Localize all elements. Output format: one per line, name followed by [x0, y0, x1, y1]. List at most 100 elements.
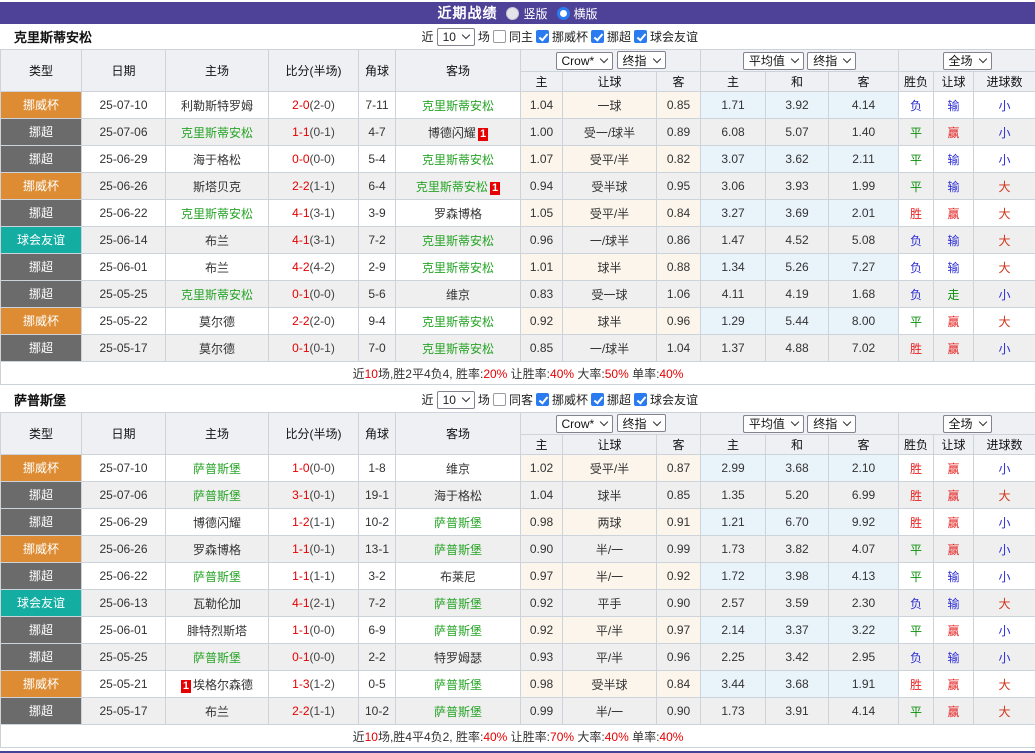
avg-home: 3.07 [701, 146, 766, 173]
matches-count-select[interactable]: 10 [437, 391, 475, 409]
team-name: 克里斯蒂安松 [422, 261, 494, 275]
halftime-score: (1-1) [310, 704, 335, 718]
match-row: 挪威杯25-05-22莫尔德2-2(2-0)9-4克里斯蒂安松0.92球半0.9… [1, 308, 1035, 335]
odds-away: 0.87 [657, 455, 701, 482]
matches-count-select[interactable]: 10 [437, 28, 475, 46]
league-checkbox[interactable] [591, 30, 604, 43]
col-odds-home: 主 [521, 72, 563, 92]
match-row: 挪超25-06-29博德闪耀1-2(1-1)10-2萨普斯堡0.98两球0.91… [1, 509, 1035, 536]
result-handicap-flag: 赢 [934, 200, 974, 227]
home-team-cell: 克里斯蒂安松 [166, 119, 269, 146]
halftime-score: (1-1) [310, 569, 335, 583]
odds-away: 0.90 [657, 590, 701, 617]
result-handicap-flag: 输 [934, 563, 974, 590]
avg-away: 5.08 [829, 227, 899, 254]
avg-away: 4.14 [829, 698, 899, 725]
avg-home: 2.25 [701, 644, 766, 671]
same-venue-label[interactable]: 同主 [509, 28, 533, 45]
cup-checkbox[interactable] [536, 30, 549, 43]
match-type-cell: 挪威杯 [1, 92, 82, 119]
fulltime-group-header: 全场 [899, 413, 1035, 435]
radio-icon[interactable] [506, 7, 519, 20]
same-venue-label[interactable]: 同客 [509, 391, 533, 408]
avg-draw: 3.91 [766, 698, 829, 725]
result-goals-flag: 小 [974, 455, 1035, 482]
match-row: 挪超25-06-01腓特烈斯塔1-1(0-0)6-9萨普斯堡0.92平/半0.9… [1, 617, 1035, 644]
friendly-checkbox[interactable] [634, 30, 647, 43]
team-name: 克里斯蒂安松 [422, 342, 494, 356]
odds-home: 0.94 [521, 173, 563, 200]
same-venue-checkbox[interactable] [493, 393, 506, 406]
fulltime-group-header: 全场 [899, 50, 1035, 72]
match-type-cell: 挪超 [1, 146, 82, 173]
odds-stage-select[interactable]: 终指 [617, 414, 666, 432]
league-label[interactable]: 挪超 [607, 391, 631, 408]
halftime-score: (2-1) [310, 596, 335, 610]
result-wdl-flag: 胜 [899, 482, 934, 509]
team-name: 布莱尼 [440, 570, 476, 584]
match-row: 挪超25-05-17莫尔德0-1(0-1)7-0克里斯蒂安松0.85一/球半1.… [1, 335, 1035, 362]
corner-count: 6-4 [359, 173, 396, 200]
avg-draw: 5.44 [766, 308, 829, 335]
corner-count: 5-4 [359, 146, 396, 173]
result-goals-flag: 小 [974, 617, 1035, 644]
fulltime-score: 1-1 [292, 542, 309, 556]
odds-handicap: 一/球半 [563, 227, 657, 254]
fulltime-score: 1-1 [292, 125, 309, 139]
halftime-score: (1-1) [310, 179, 335, 193]
match-date: 25-06-26 [82, 173, 166, 200]
cup-label[interactable]: 挪威杯 [552, 28, 588, 45]
vertical-layout-label[interactable]: 竖版 [523, 5, 547, 22]
avg-odds-select[interactable]: 平均值 [743, 415, 804, 433]
odds-company-select[interactable]: Crow* [556, 52, 614, 70]
scope-select[interactable]: 全场 [943, 415, 992, 433]
scope-select[interactable]: 全场 [943, 52, 992, 70]
team-name-heading: 萨普斯堡 [14, 390, 66, 409]
chevron-down-icon [791, 418, 799, 426]
cup-label[interactable]: 挪威杯 [552, 391, 588, 408]
league-badge: 挪超 [1, 119, 81, 145]
result-wdl-flag: 胜 [899, 671, 934, 698]
radio-checked-icon[interactable] [557, 7, 570, 20]
fulltime-score: 3-1 [292, 488, 309, 502]
match-score-cell: 1-1(0-1) [269, 119, 359, 146]
avg-stage-select[interactable]: 终指 [807, 52, 856, 70]
avg-draw: 4.19 [766, 281, 829, 308]
team-name: 罗森博格 [434, 207, 482, 221]
corner-count: 3-2 [359, 563, 396, 590]
odds-away: 1.06 [657, 281, 701, 308]
home-team-cell: 萨普斯堡 [166, 644, 269, 671]
avg-stage-select[interactable]: 终指 [807, 415, 856, 433]
horizontal-layout-label[interactable]: 横版 [574, 5, 598, 22]
horizontal-layout-radio[interactable]: 横版 [557, 5, 598, 22]
odds-group-header: Crow* 终指 [521, 50, 701, 72]
result-wdl-flag: 胜 [899, 200, 934, 227]
avg-home: 1.47 [701, 227, 766, 254]
col-avg-draw: 和 [766, 435, 829, 455]
col-type: 类型 [1, 50, 82, 92]
friendly-checkbox[interactable] [634, 393, 647, 406]
avg-draw: 3.92 [766, 92, 829, 119]
home-team-cell: 克里斯蒂安松 [166, 281, 269, 308]
league-label[interactable]: 挪超 [607, 28, 631, 45]
cup-checkbox[interactable] [536, 393, 549, 406]
col-avg-away: 客 [829, 72, 899, 92]
league-badge: 挪威杯 [1, 92, 81, 118]
vertical-layout-radio[interactable]: 竖版 [506, 5, 547, 22]
result-handicap-flag: 输 [934, 146, 974, 173]
league-checkbox[interactable] [591, 393, 604, 406]
match-row: 挪威杯25-07-10利勒斯特罗姆2-0(2-0)7-11克里斯蒂安松1.04一… [1, 92, 1035, 119]
away-team-cell: 克里斯蒂安松 [396, 308, 521, 335]
result-wdl-flag: 平 [899, 536, 934, 563]
friendly-label[interactable]: 球会友谊 [650, 28, 698, 45]
match-score-cell: 4-1(2-1) [269, 590, 359, 617]
match-score-cell: 0-1(0-0) [269, 281, 359, 308]
odds-stage-select[interactable]: 终指 [617, 51, 666, 69]
home-team-cell: 萨普斯堡 [166, 563, 269, 590]
avg-home: 2.99 [701, 455, 766, 482]
odds-company-select[interactable]: Crow* [556, 415, 614, 433]
friendly-label[interactable]: 球会友谊 [650, 391, 698, 408]
fulltime-score: 0-0 [292, 152, 309, 166]
same-venue-checkbox[interactable] [493, 30, 506, 43]
avg-odds-select[interactable]: 平均值 [743, 52, 804, 70]
